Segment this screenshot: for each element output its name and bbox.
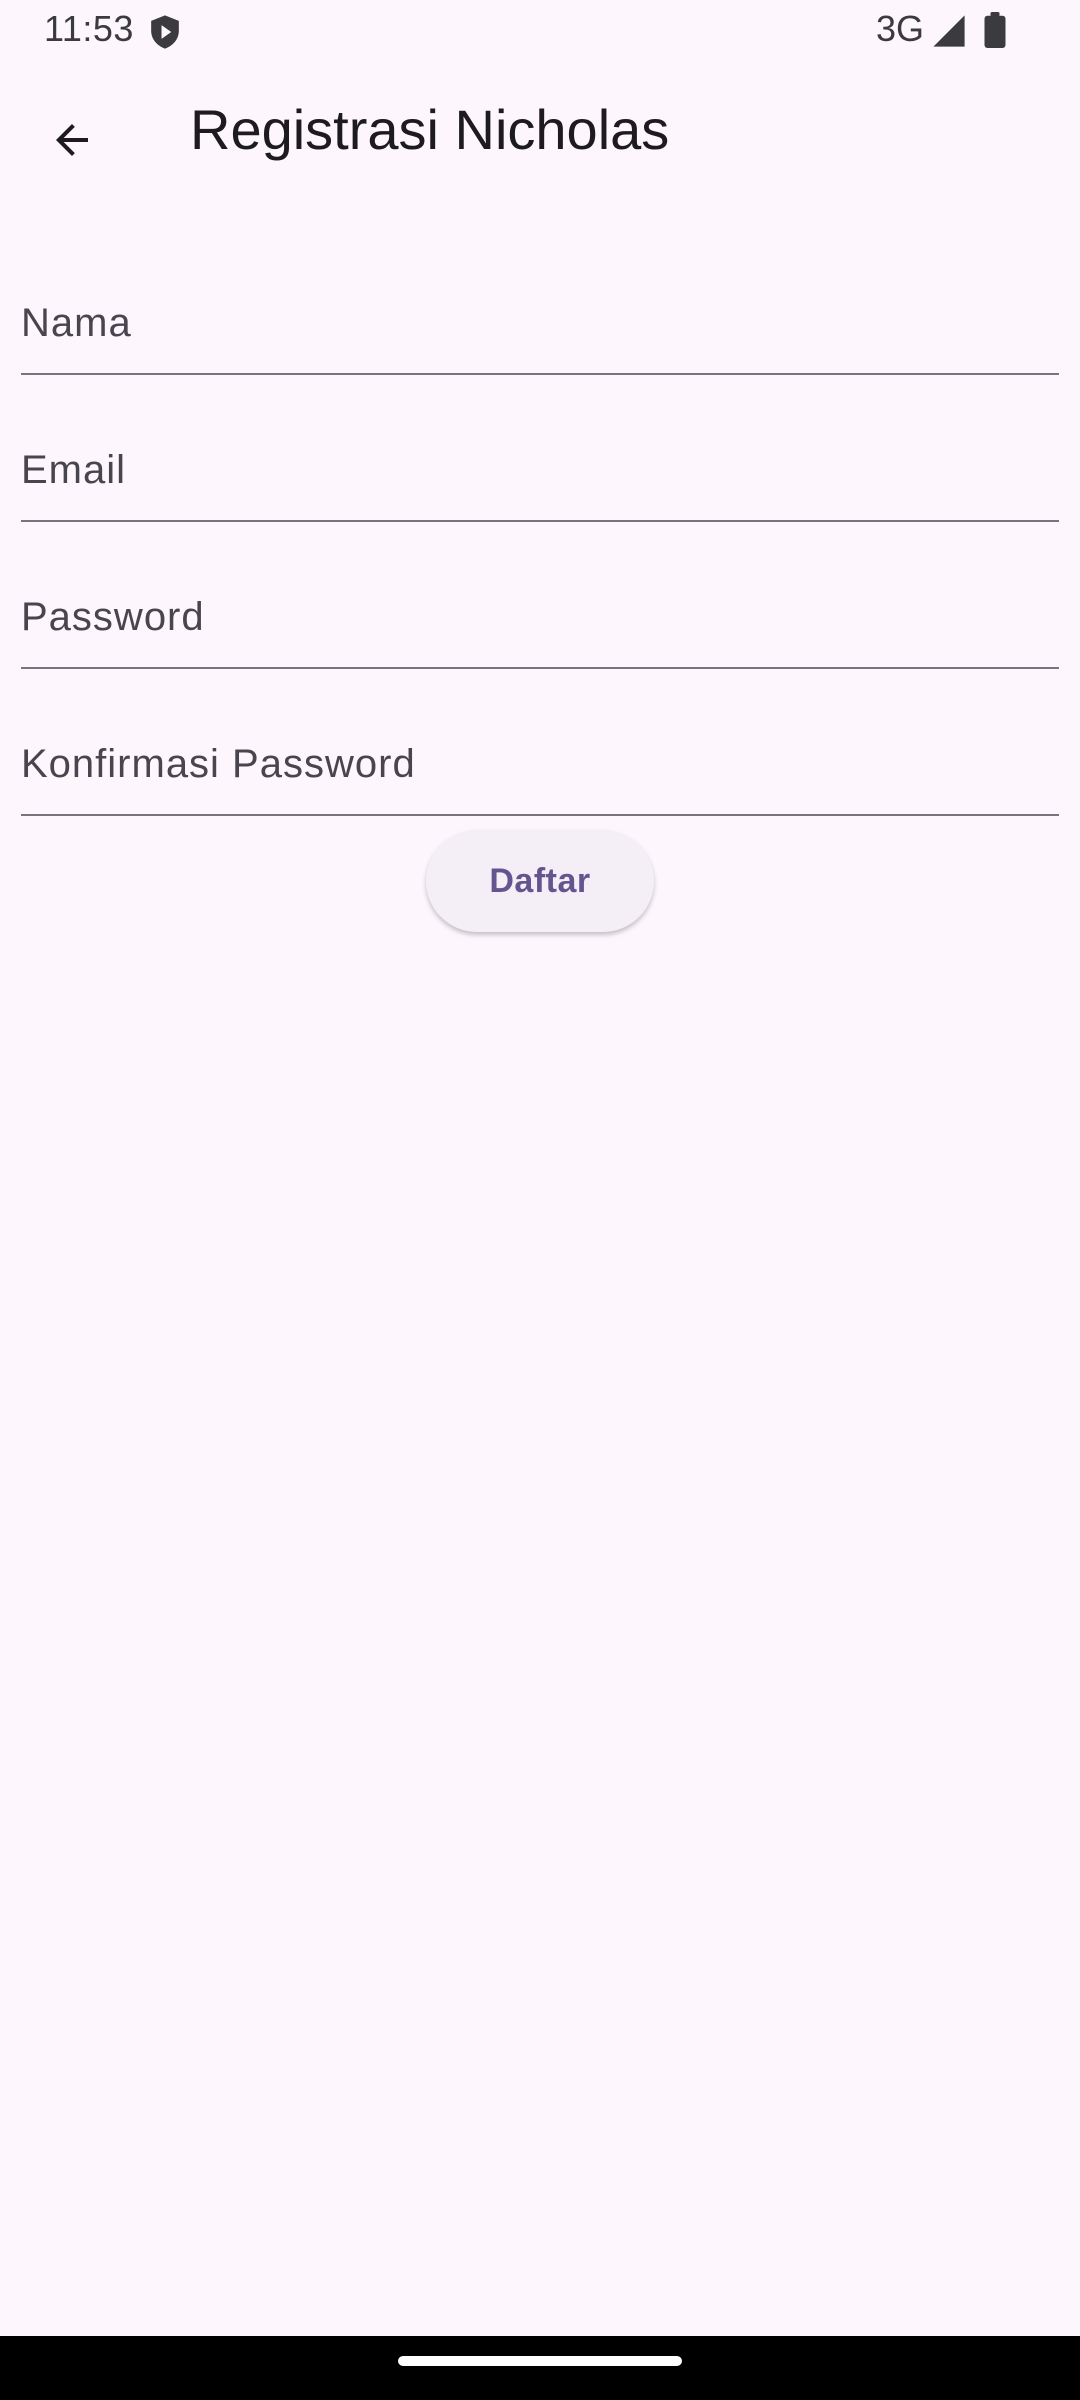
back-button[interactable] <box>24 92 120 188</box>
shield-icon <box>148 14 182 50</box>
app-bar: Registrasi Nicholas <box>0 62 1080 210</box>
name-field[interactable]: Nama <box>21 255 1059 375</box>
confirm-password-input[interactable] <box>21 726 1059 812</box>
email-field[interactable]: Email <box>21 402 1059 522</box>
signal-icon <box>932 14 966 48</box>
battery-icon <box>984 12 1006 48</box>
name-input[interactable] <box>21 285 1059 371</box>
status-bar: 11:53 3G <box>0 0 1080 62</box>
email-field-underline <box>21 520 1059 522</box>
page-title: Registrasi Nicholas <box>190 98 670 161</box>
email-input[interactable] <box>21 432 1059 518</box>
home-indicator[interactable] <box>398 2356 682 2366</box>
navigation-bar <box>0 2336 1080 2400</box>
daftar-button[interactable]: Daftar <box>426 830 654 932</box>
confirm-password-field[interactable]: Konfirmasi Password <box>21 696 1059 816</box>
daftar-button-label: Daftar <box>489 861 591 900</box>
registration-screen: 11:53 3G Registrasi Nicholas Nama Email … <box>0 0 1080 2400</box>
password-input[interactable] <box>21 579 1059 665</box>
network-type: 3G <box>876 8 925 49</box>
password-field-underline <box>21 667 1059 669</box>
name-field-underline <box>21 373 1059 375</box>
password-field[interactable]: Password <box>21 549 1059 669</box>
status-time: 11:53 <box>44 8 134 49</box>
confirm-password-field-underline <box>21 814 1059 816</box>
arrow-back-icon <box>56 124 88 156</box>
